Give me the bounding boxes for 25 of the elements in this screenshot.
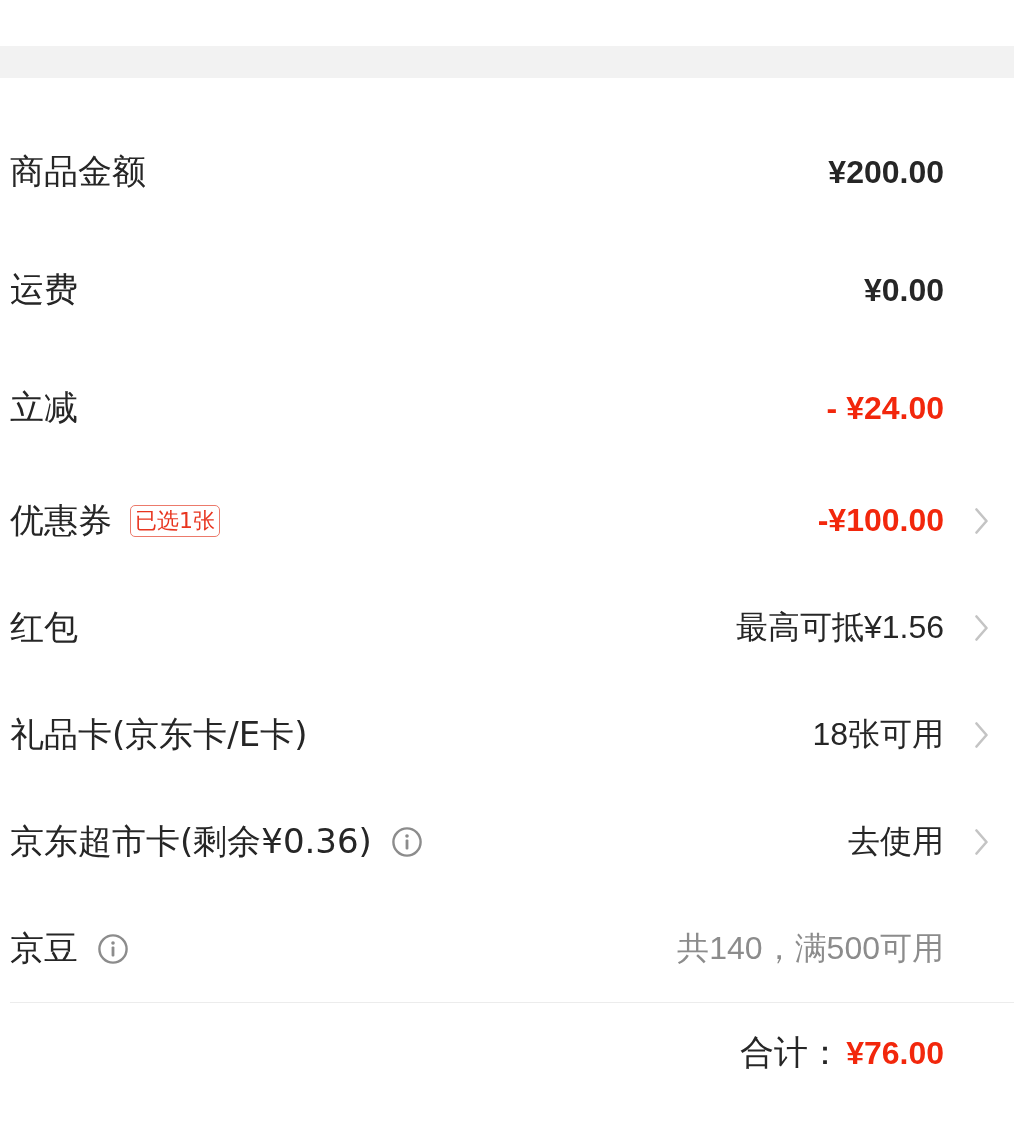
chevron-icon[interactable]	[974, 828, 988, 855]
row-label: 红包	[10, 605, 78, 649]
row-value: - ¥24.00	[826, 389, 944, 427]
chevron-icon[interactable]	[974, 614, 988, 641]
row-value: 共140，满500可用	[677, 928, 944, 968]
total-label: 合计：	[740, 1031, 843, 1074]
row-value: -¥100.00	[817, 502, 944, 539]
row-value: 最高可抵¥1.56	[735, 607, 944, 647]
row-label: 京豆	[10, 926, 78, 970]
chevron-icon[interactable]	[974, 507, 988, 534]
row-label: 商品金额	[10, 150, 146, 193]
info-icon[interactable]	[98, 933, 128, 964]
total-amount: ¥76.00	[846, 1034, 944, 1072]
row-value: ¥0.00	[863, 271, 944, 309]
row-label: 京东超市卡(剩余¥0.36)	[10, 819, 372, 863]
row-value: 去使用	[848, 821, 944, 861]
chevron-icon[interactable]	[974, 721, 988, 748]
selection-badge: 已选1张	[130, 504, 220, 537]
row-label: 优惠券	[10, 498, 112, 542]
row-label: 礼品卡(京东卡/E卡)	[10, 712, 308, 756]
row-value: ¥200.00	[828, 153, 944, 191]
row-value: 18张可用	[812, 714, 944, 754]
info-icon[interactable]	[391, 826, 422, 857]
row-label: 运费	[10, 268, 78, 311]
row-label: 立减	[10, 386, 78, 429]
